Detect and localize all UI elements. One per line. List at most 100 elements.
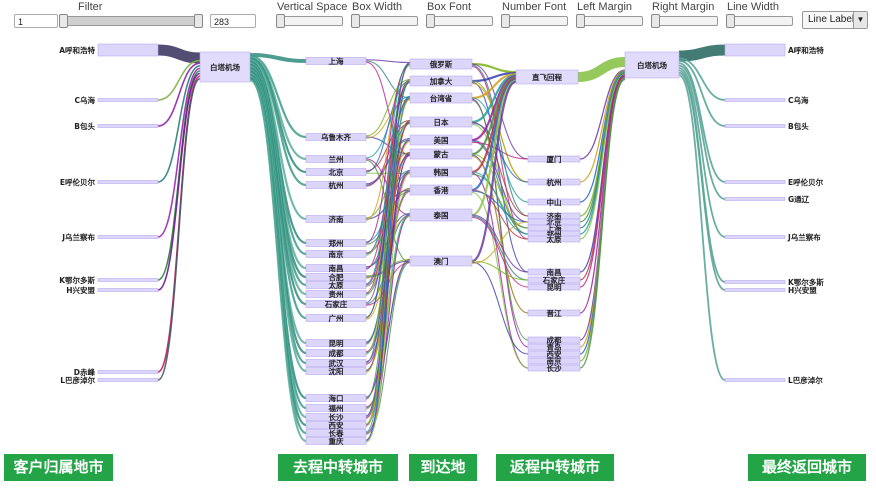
origin-node-box	[97, 288, 159, 292]
return-transfer-node-label: 昆明	[547, 282, 562, 292]
destination-node-label: 蒙古	[434, 149, 449, 159]
outbound-transfer-node-label: 成都	[329, 348, 344, 358]
outbound-transfer-node-label: 沈阳	[329, 366, 344, 376]
direct-return-node-label: 直飞回程	[532, 72, 562, 82]
final-node: L巴彦淖尔	[724, 375, 823, 385]
stage-destination-label: 到达地	[409, 454, 477, 481]
outbound-transfer-node-label: 南京	[329, 249, 344, 259]
origin-node-box	[97, 370, 159, 374]
destination-node: 加拿大	[409, 75, 473, 87]
final-node: A呼和浩特	[724, 43, 824, 57]
destination-node-label: 香港	[433, 185, 449, 195]
origin-node-label: H兴安盟	[66, 285, 95, 295]
outbound-transfer-node: 成都	[305, 348, 367, 358]
outbound-transfer-node-label: 海口	[329, 393, 344, 403]
origin-node-label: J乌兰察布	[61, 232, 95, 242]
destination-node: 俄罗斯	[409, 58, 473, 70]
origin-node-box	[97, 180, 159, 184]
final-node-box	[724, 98, 786, 102]
flow-link	[579, 75, 626, 288]
origin-node-label: C乌海	[74, 95, 95, 105]
outbound-transfer-node: 广州	[305, 313, 367, 323]
origin-node-label: L巴彦淖尔	[60, 375, 95, 385]
final-node-label: A呼和浩特	[788, 45, 824, 55]
outbound-transfer-node: 乌鲁木齐	[305, 132, 367, 142]
final-node: C乌海	[724, 95, 809, 105]
outbound-transfer-node: 太原	[305, 280, 367, 290]
outbound-transfer-node: 海口	[305, 393, 367, 403]
final-node-box	[724, 43, 786, 57]
outbound-transfer-node-label: 太原	[329, 280, 344, 290]
outbound-transfer-node-label: 重庆	[329, 436, 344, 446]
origin-node: E呼伦贝尔	[60, 177, 159, 187]
final-node-label: J乌兰察布	[787, 232, 821, 242]
outbound-transfer-node: 济南	[305, 214, 367, 224]
origin-node: K鄂尔多斯	[59, 275, 159, 285]
outbound-transfer-node-label: 北京	[329, 167, 344, 177]
outbound-transfer-node-label: 杭州	[329, 180, 344, 190]
origin-node-box	[97, 43, 159, 57]
stage-final-label: 最终返回城市	[748, 454, 866, 481]
outbound-transfer-node: 杭州	[305, 180, 367, 190]
outbound-transfer-node-label: 福州	[328, 403, 344, 413]
origin-node-box	[97, 124, 159, 128]
outbound-transfer-node-label: 广州	[329, 313, 344, 323]
return-hub-node: 白塔机场	[624, 51, 680, 79]
destination-node: 香港	[409, 184, 473, 196]
stage-outbound-transfer-label: 去程中转城市	[278, 454, 398, 481]
destination-node: 澳门	[409, 255, 473, 267]
origin-node: B包头	[74, 121, 159, 131]
outbound-transfer-node-label: 贵州	[329, 289, 344, 299]
final-node-label: G通辽	[788, 194, 810, 204]
outbound-transfer-node-label: 昆明	[329, 338, 344, 348]
final-node-box	[724, 197, 786, 201]
return-transfer-node-label: 太原	[547, 234, 562, 244]
flow-link	[471, 221, 529, 264]
flow-links	[157, 44, 726, 443]
destination-node: 台湾省	[409, 92, 473, 104]
destination-node-label: 美国	[434, 135, 449, 145]
outbound-transfer-node: 沈阳	[305, 366, 367, 376]
destination-node-label: 俄罗斯	[429, 59, 453, 69]
flow-link	[678, 71, 726, 291]
outbound-transfer-node-label: 石家庄	[324, 299, 348, 309]
final-node-label: L巴彦淖尔	[788, 375, 823, 385]
origin-node: C乌海	[74, 95, 159, 105]
origin-node-label: K鄂尔多斯	[59, 275, 95, 285]
origin-node-label: B包头	[74, 121, 95, 131]
stage-return-transfer-label: 返程中转城市	[496, 454, 614, 481]
stage-origin-label: 客户归属地市	[4, 454, 113, 481]
return-transfer-node-label: 杭州	[547, 177, 562, 187]
return-transfer-node-label: 中山	[547, 197, 562, 207]
flow-link	[157, 44, 201, 64]
sankey-diagram: A呼和浩特C乌海B包头E呼伦贝尔J乌兰察布K鄂尔多斯H兴安盟D赤峰L巴彦淖尔白塔…	[59, 43, 824, 446]
return-hub-node-label: 白塔机场	[637, 60, 667, 70]
origin-node-box	[97, 98, 159, 102]
destination-node: 日本	[409, 116, 473, 128]
final-node-label: H兴安盟	[788, 285, 817, 295]
direct-return-node: 直飞回程	[515, 69, 579, 85]
return-transfer-node: 长沙	[527, 363, 581, 373]
flow-link	[157, 72, 201, 291]
return-transfer-node: 晋江	[527, 308, 581, 318]
final-node: G通辽	[724, 194, 810, 204]
origin-node-box	[97, 235, 159, 239]
outbound-transfer-node: 昆明	[305, 338, 367, 348]
final-node-label: B包头	[788, 121, 809, 131]
outbound-transfer-node: 贵州	[305, 289, 367, 299]
final-node-box	[724, 288, 786, 292]
flow-link	[157, 62, 201, 127]
final-node-box	[724, 235, 786, 239]
departure-hub-node-label: 白塔机场	[210, 62, 240, 72]
origin-node: A呼和浩特	[59, 43, 159, 57]
destination-node-label: 加拿大	[429, 76, 453, 86]
final-node: B包头	[724, 121, 809, 131]
outbound-transfer-node: 上海	[305, 56, 367, 66]
destination-node: 蒙古	[409, 148, 473, 160]
destination-node: 美国	[409, 134, 473, 146]
origin-node-box	[97, 278, 159, 282]
return-transfer-node-label: 晋江	[547, 308, 562, 318]
outbound-transfer-node: 北京	[305, 167, 367, 177]
outbound-transfer-node: 南昌	[305, 263, 367, 273]
origin-node: L巴彦淖尔	[60, 375, 159, 385]
